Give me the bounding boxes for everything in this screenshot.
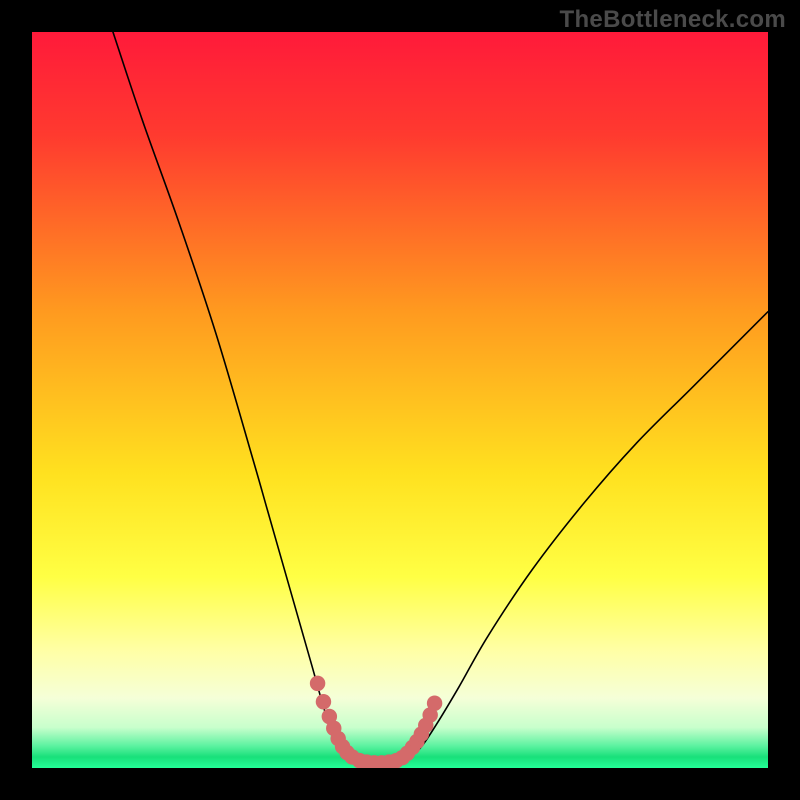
marker-dot bbox=[427, 696, 442, 711]
marker-dot bbox=[316, 694, 331, 709]
curve-layer bbox=[32, 32, 768, 768]
marker-dot bbox=[310, 676, 325, 691]
chart-stage: TheBottleneck.com bbox=[0, 0, 800, 800]
bottleneck-curve bbox=[113, 32, 768, 764]
bottleneck-markers bbox=[310, 676, 442, 768]
plot-area bbox=[32, 32, 768, 768]
watermark-text: TheBottleneck.com bbox=[560, 6, 786, 34]
